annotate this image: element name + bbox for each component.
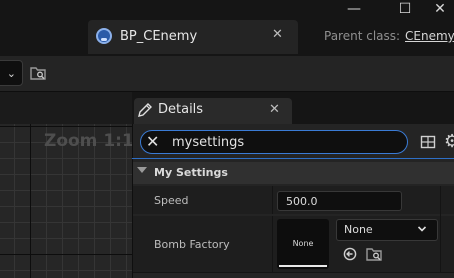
minimize-icon: — [347, 1, 361, 17]
folder-search-icon[interactable] [30, 66, 46, 80]
asset-thumbnail-text: None [292, 239, 314, 248]
use-selected-asset-icon[interactable] [343, 247, 357, 261]
close-icon: ✕ [434, 1, 446, 17]
search-input[interactable] [172, 131, 400, 153]
category-label: My Settings [154, 166, 228, 179]
asset-picker-value: None [344, 223, 373, 236]
row-divider [133, 272, 454, 273]
toolbar [0, 56, 454, 92]
browse-asset-icon[interactable] [366, 247, 382, 261]
details-title: Details [158, 102, 204, 117]
column-divider-right [440, 186, 441, 272]
close-window-button[interactable]: ✕ [426, 0, 454, 18]
parent-class-link[interactable]: CEnemy [405, 29, 454, 43]
settings-gear-icon[interactable]: ⚙ [444, 132, 454, 152]
parent-class-label: Parent class: [324, 29, 401, 43]
search-divider [132, 158, 454, 159]
toolbar-dropdown[interactable]: ⌄ [0, 60, 23, 86]
chevron-down-icon [418, 226, 426, 232]
clear-search-icon[interactable]: ✕ [146, 133, 162, 151]
maximize-icon: ☐ [398, 1, 412, 17]
minimize-button[interactable]: — [340, 0, 368, 18]
graph-header [0, 92, 132, 124]
zoom-label: Zoom 1:1 [44, 131, 134, 151]
chevron-down-icon: ⌄ [6, 66, 16, 80]
tab-close-icon[interactable]: ✕ [272, 27, 283, 42]
blueprint-icon [96, 28, 112, 44]
expand-arrow-icon[interactable] [137, 167, 147, 173]
pencil-icon [138, 103, 152, 117]
tab-label: BP_CEnemy [120, 29, 198, 44]
speed-value-field[interactable]: 500.0 [277, 191, 402, 211]
details-close-icon[interactable]: ✕ [269, 102, 280, 117]
property-label-bomb-factory: Bomb Factory [154, 238, 230, 251]
column-divider[interactable] [272, 186, 273, 214]
column-divider[interactable] [272, 216, 273, 272]
property-label-speed: Speed [154, 194, 189, 207]
maximize-button[interactable]: ☐ [391, 0, 419, 18]
property-matrix-icon[interactable] [420, 134, 436, 150]
asset-thumbnail-underline [279, 265, 327, 267]
